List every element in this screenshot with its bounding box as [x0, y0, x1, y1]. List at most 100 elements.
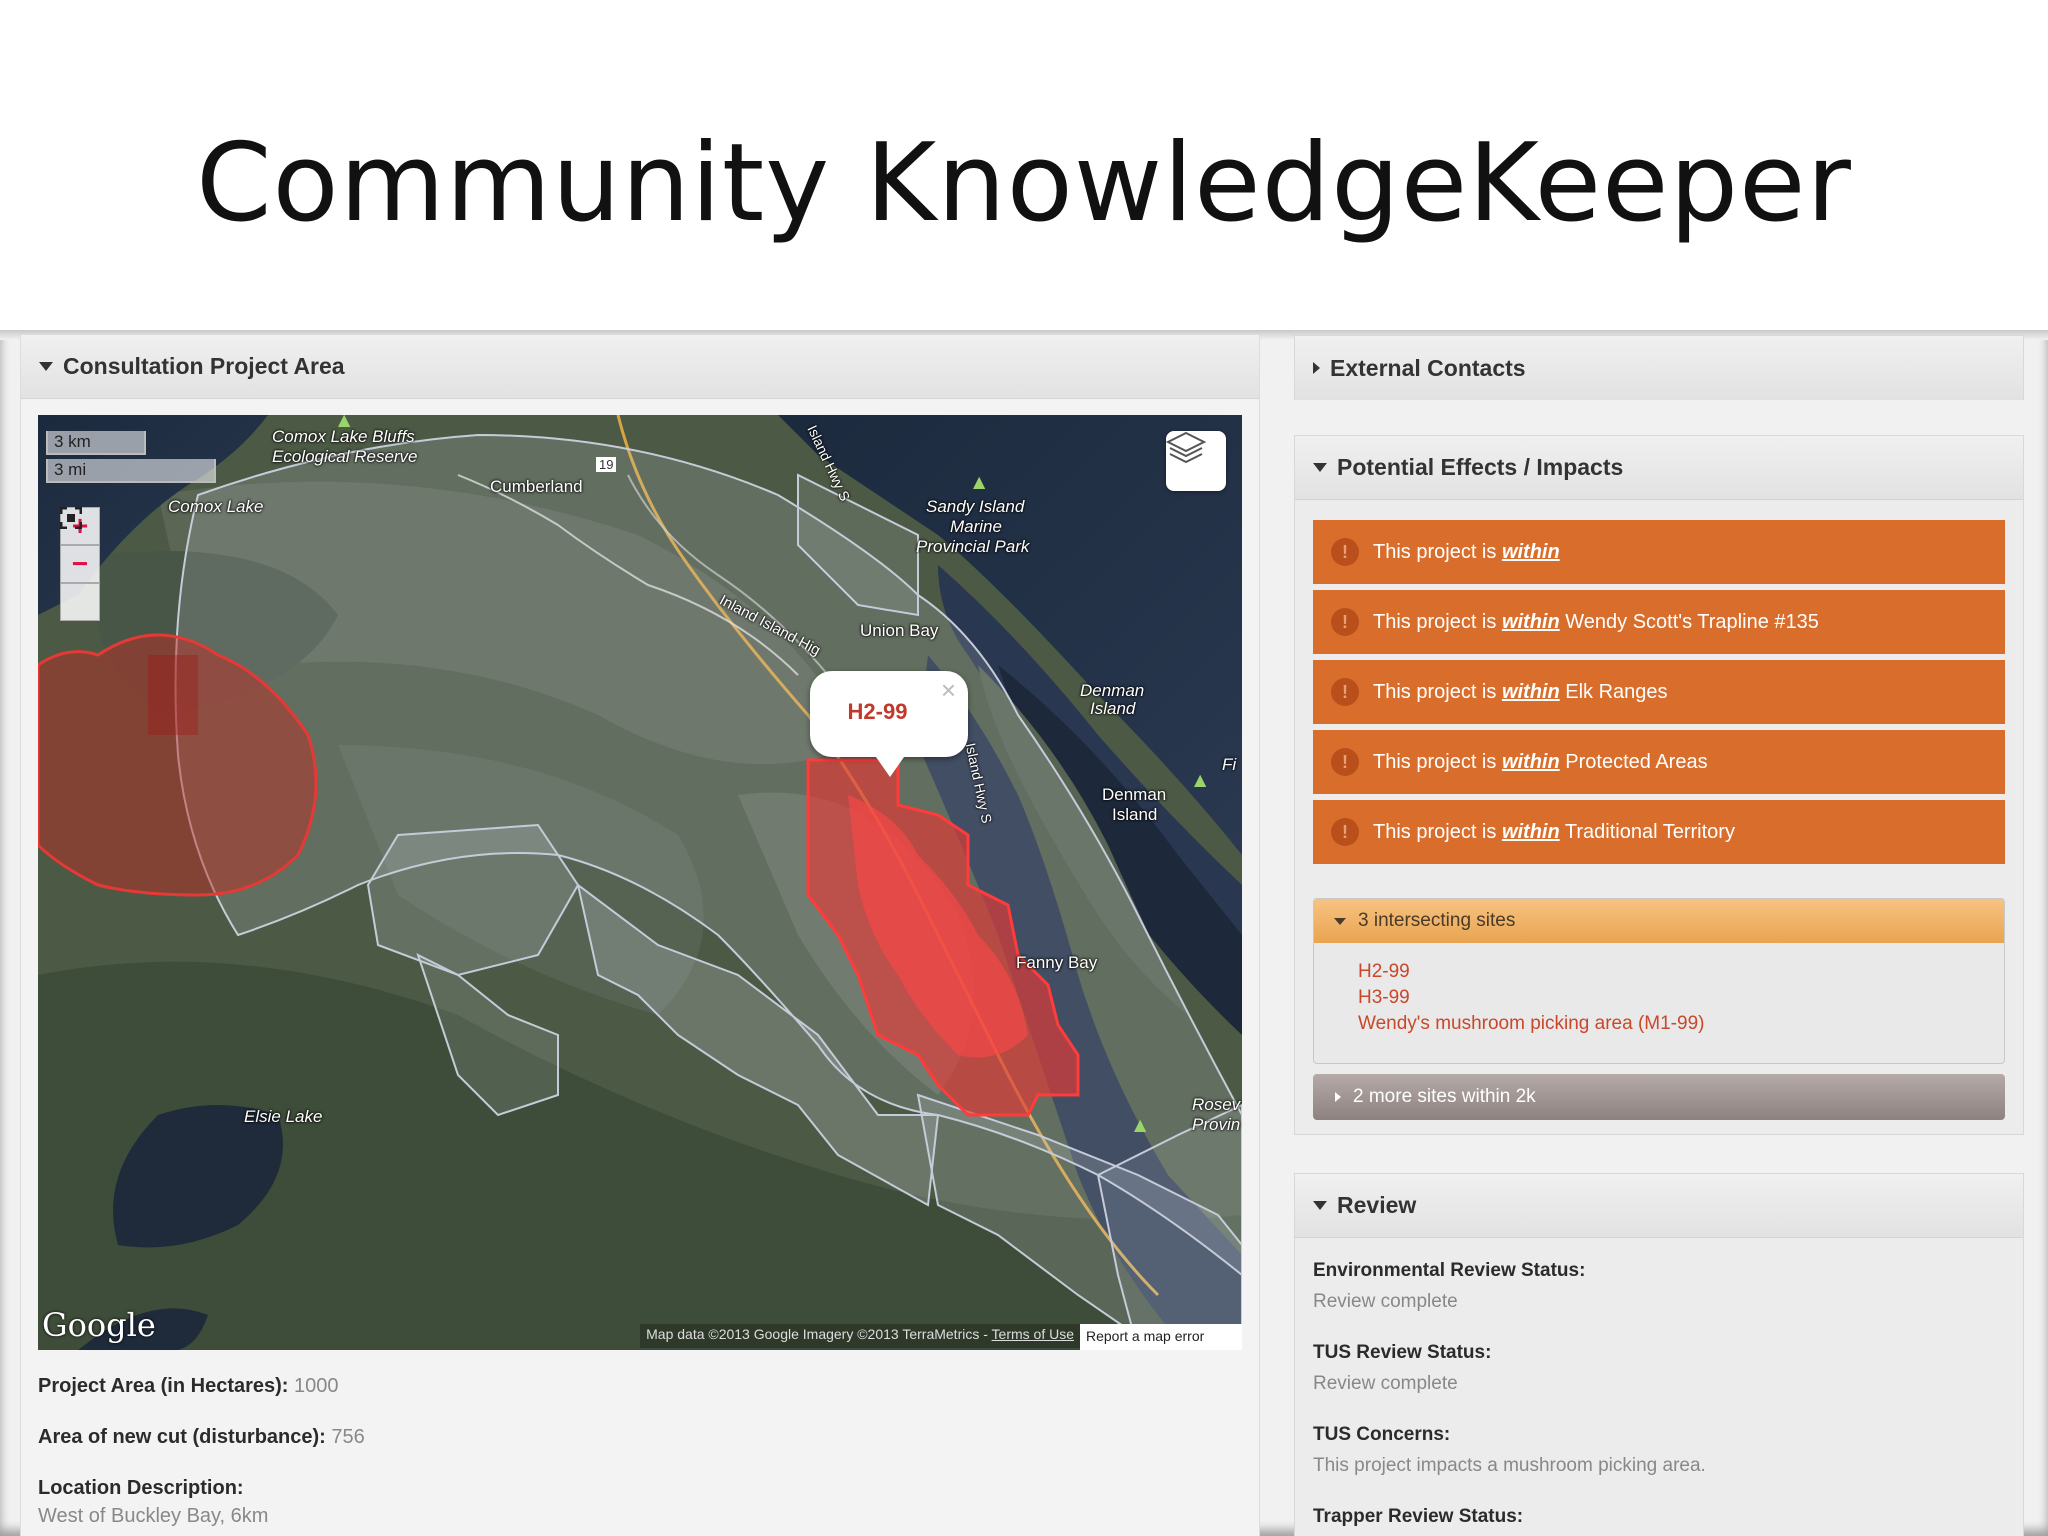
tus-concerns-value: This project impacts a mushroom picking … — [1313, 1455, 1706, 1476]
intersecting-sites-header[interactable]: 3 intersecting sites — [1314, 899, 2004, 943]
field-label: Area of new cut (disturbance): — [38, 1426, 326, 1448]
effect-text: This project is within Protected Areas — [1373, 751, 1708, 774]
site-link[interactable]: Wendy's mushroom picking area (M1-99) — [1358, 1013, 1704, 1035]
caret-right-icon — [1335, 1092, 1341, 1102]
map-label: Provincial Park — [916, 537, 1030, 556]
svg-text:▲: ▲ — [973, 472, 986, 491]
effect-prefix: This project is — [1373, 680, 1497, 703]
attribution-text: Map data ©2013 Google Imagery ©2013 Terr… — [646, 1326, 992, 1342]
effect-suffix: Elk Ranges — [1565, 680, 1668, 703]
site-link[interactable]: H3-99 — [1358, 987, 1410, 1009]
svg-text:▲: ▲ — [1134, 1115, 1147, 1134]
highway-shield: 19 — [596, 457, 617, 472]
map-label: Provin — [1192, 1115, 1241, 1134]
map-label: Island — [1090, 699, 1136, 718]
potential-effects-header[interactable]: Potential Effects / Impacts — [1295, 436, 2023, 500]
tus-concerns-label: TUS Concerns: — [1313, 1424, 1451, 1445]
caret-down-icon — [39, 362, 53, 371]
panel-title: Potential Effects / Impacts — [1337, 454, 1624, 480]
map-label: Denman — [1102, 785, 1167, 804]
env-review-label: Environmental Review Status: — [1313, 1260, 1586, 1281]
map-label: Sandy Island — [926, 497, 1025, 516]
review-panel: Review Environmental Review Status: Revi… — [1294, 1173, 2024, 1536]
effect-text: This project is within Traditional Terri… — [1373, 821, 1735, 844]
map-label: Union Bay — [860, 621, 939, 640]
effect-suffix: Traditional Territory — [1564, 820, 1735, 843]
effect-prefix: This project is — [1373, 820, 1497, 843]
project-area-field: Project Area (in Hectares): 1000 — [38, 1375, 339, 1398]
effect-prefix: This project is — [1373, 540, 1497, 563]
effect-text: This project is within — [1373, 541, 1560, 564]
warning-icon: ! — [1331, 748, 1359, 776]
intersecting-sites-title: 3 intersecting sites — [1358, 910, 1516, 931]
map-label: Fi — [1222, 755, 1237, 774]
within-link[interactable]: within — [1502, 751, 1560, 773]
location-field: Location Description: — [38, 1477, 244, 1500]
map-label: Island — [1112, 805, 1158, 824]
close-icon[interactable]: × — [941, 675, 956, 706]
trapper-review-label: Trapper Review Status: — [1313, 1506, 1524, 1527]
caret-right-icon — [1313, 362, 1320, 374]
more-sites-label: 2 more sites within 2k — [1353, 1086, 1536, 1107]
field-label: Project Area (in Hectares): — [38, 1375, 289, 1397]
field-value: 1000 — [294, 1375, 339, 1397]
warning-icon: ! — [1331, 608, 1359, 636]
new-cut-field: Area of new cut (disturbance): 756 — [38, 1426, 365, 1449]
map-label: Cumberland — [490, 477, 583, 496]
more-sites-toggle[interactable]: 2 more sites within 2k — [1313, 1074, 2005, 1120]
within-link[interactable]: within — [1502, 681, 1560, 703]
popup-site-label: H2-99 — [847, 699, 908, 724]
map-label: Denman — [1080, 681, 1145, 700]
panel-title: Consultation Project Area — [63, 353, 345, 379]
effect-item[interactable]: ! This project is within Elk Ranges — [1313, 660, 2005, 724]
caret-down-icon — [1334, 917, 1346, 925]
intersecting-sites-box: 3 intersecting sites H2-99 H3-99 Wendy's… — [1313, 898, 2005, 1064]
review-header[interactable]: Review — [1295, 1174, 2023, 1238]
within-link[interactable]: within — [1502, 611, 1560, 633]
map-label: Fanny Bay — [1016, 953, 1098, 972]
site-popup[interactable]: H2-99 × — [810, 671, 968, 777]
effect-item[interactable]: ! This project is within — [1313, 520, 2005, 584]
slide-title: Community KnowledgeKeeper — [196, 121, 1852, 246]
map-attribution: Map data ©2013 Google Imagery ©2013 Terr… — [640, 1324, 1080, 1348]
location-value: West of Buckley Bay, 6km — [38, 1505, 268, 1528]
layers-button[interactable] — [1166, 431, 1226, 491]
tus-review-value: Review complete — [1313, 1373, 1458, 1394]
effect-item[interactable]: ! This project is within Wendy Scott's T… — [1313, 590, 2005, 654]
external-contacts-header[interactable]: External Contacts — [1295, 336, 2023, 400]
consultation-project-header[interactable]: Consultation Project Area — [21, 335, 1259, 399]
effect-suffix: Wendy Scott's Trapline #135 — [1565, 610, 1819, 633]
warning-icon: ! — [1331, 818, 1359, 846]
external-contacts-panel: External Contacts — [1294, 335, 2024, 400]
field-value: 756 — [331, 1426, 365, 1448]
caret-down-icon — [1313, 463, 1327, 472]
warning-icon: ! — [1331, 538, 1359, 566]
panel-title: Review — [1337, 1192, 1417, 1218]
map-label: Ecological Reserve — [272, 447, 418, 466]
within-link[interactable]: within — [1502, 821, 1560, 843]
env-review-value: Review complete — [1313, 1291, 1458, 1312]
terms-link[interactable]: Terms of Use — [992, 1326, 1074, 1342]
consultation-project-panel: Consultation Project Area ▲ ▲ ▲ ▲ 3 km 3… — [20, 335, 1260, 1536]
map-view[interactable]: ▲ ▲ ▲ ▲ 3 km 3 mi + − Comox Lake Bluffs … — [38, 415, 1242, 1350]
fullscreen-button[interactable] — [60, 507, 100, 621]
map-imagery: ▲ ▲ ▲ ▲ — [38, 415, 1242, 1350]
fullscreen-icon — [60, 507, 82, 529]
zoom-out-button[interactable]: − — [60, 545, 100, 583]
warning-icon: ! — [1331, 678, 1359, 706]
site-link[interactable]: H2-99 — [1358, 961, 1410, 983]
map-label: Comox Lake Bluffs — [272, 427, 415, 446]
effect-item[interactable]: ! This project is within Traditional Ter… — [1313, 800, 2005, 864]
within-link[interactable]: within — [1502, 541, 1560, 563]
report-map-error-link[interactable]: Report a map error — [1080, 1324, 1242, 1350]
caret-down-icon — [1313, 1201, 1327, 1210]
panel-title: External Contacts — [1330, 354, 1526, 381]
layers-icon — [1166, 431, 1206, 464]
zoom-control: + − — [60, 507, 100, 621]
effect-text: This project is within Elk Ranges — [1373, 681, 1668, 704]
tus-review-label: TUS Review Status: — [1313, 1342, 1492, 1363]
app-window: Consultation Project Area ▲ ▲ ▲ ▲ 3 km 3… — [0, 330, 2048, 1536]
potential-effects-panel: Potential Effects / Impacts ! This proje… — [1294, 435, 2024, 1135]
effect-item[interactable]: ! This project is within Protected Areas — [1313, 730, 2005, 794]
field-label: Location Description: — [38, 1477, 244, 1499]
